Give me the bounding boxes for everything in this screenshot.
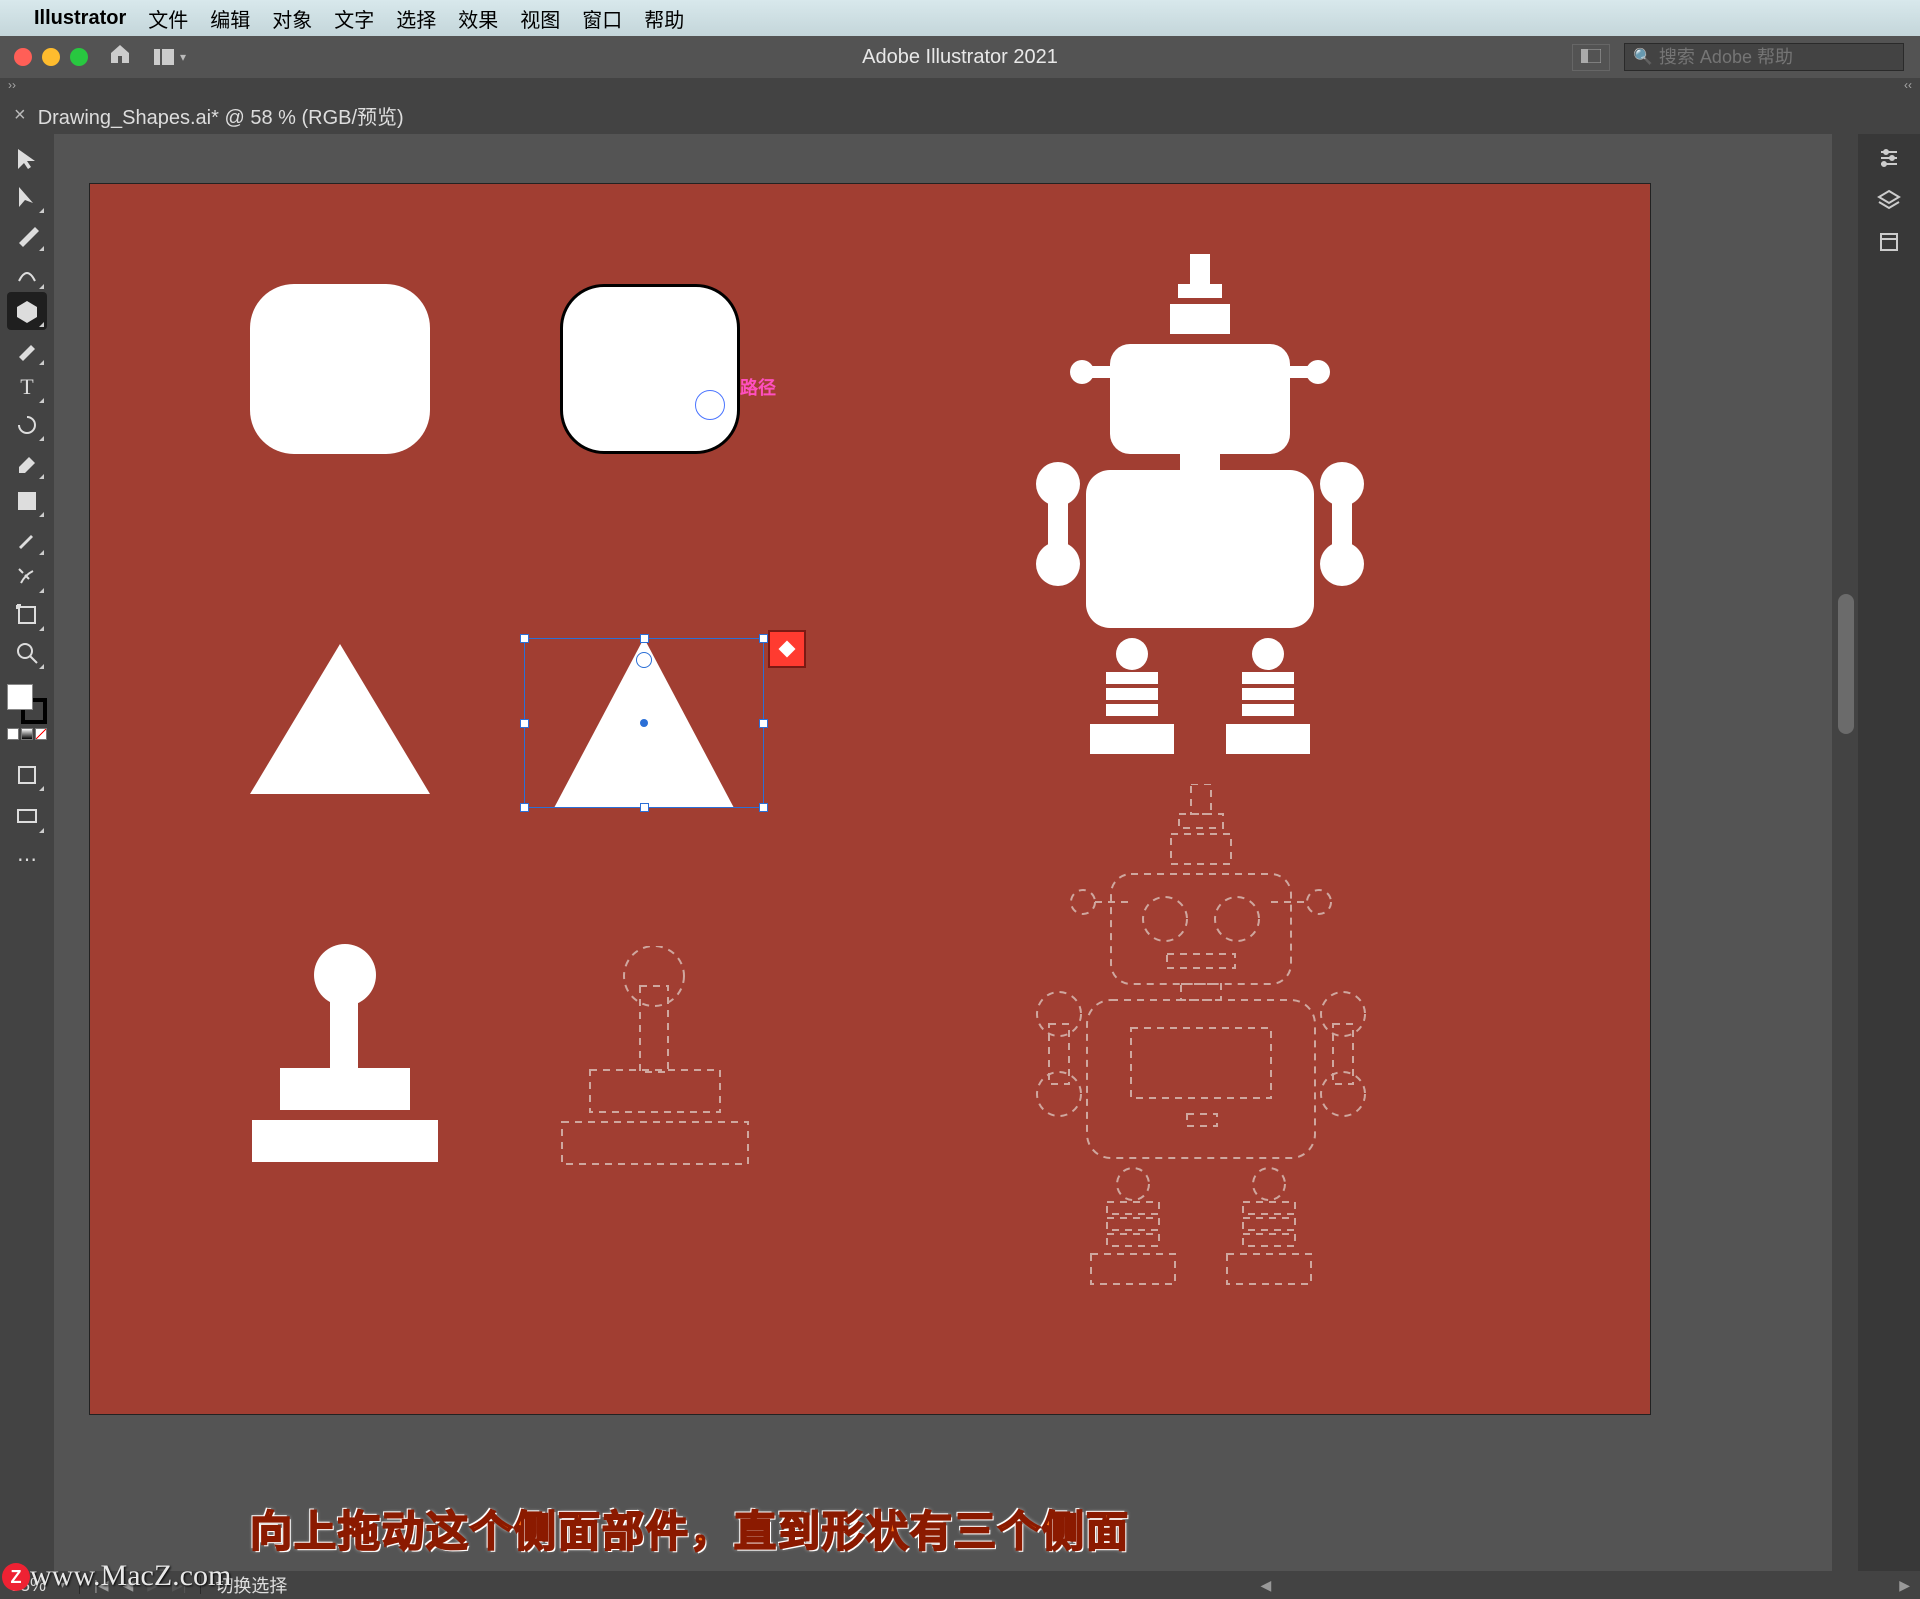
- home-icon[interactable]: [108, 42, 132, 73]
- close-window-button[interactable]: [14, 48, 32, 66]
- tutorial-subtitle: 向上拖动这个侧面部件，直到形状有三个侧面: [250, 1498, 1130, 1559]
- expand-control-right-icon[interactable]: ‹‹: [1904, 78, 1912, 92]
- menu-file[interactable]: 文件: [148, 4, 188, 33]
- menu-help[interactable]: 帮助: [644, 4, 684, 33]
- resize-handle[interactable]: [640, 803, 649, 812]
- macos-menubar: Illustrator 文件 编辑 对象 文字 选择 效果 视图 窗口 帮助: [0, 0, 1920, 36]
- app-title: Adobe Illustrator 2021: [862, 46, 1058, 69]
- resize-handle[interactable]: [520, 803, 529, 812]
- corner-widget[interactable]: [636, 652, 652, 668]
- gradient-tool[interactable]: [7, 482, 47, 520]
- symbol-sprayer-tool[interactable]: [7, 558, 47, 596]
- draw-mode-icon[interactable]: [7, 756, 47, 794]
- artboard[interactable]: 路径: [90, 184, 1650, 1414]
- hover-anchor-ring: [695, 390, 725, 420]
- rotate-tool[interactable]: [7, 406, 47, 444]
- curvature-tool[interactable]: [7, 254, 47, 292]
- zoom-tool[interactable]: [7, 634, 47, 672]
- tools-panel: T ⋯: [0, 134, 54, 1571]
- watermark-text: www.MacZ.com: [30, 1559, 231, 1593]
- robot-shape[interactable]: [990, 254, 1410, 774]
- control-strip: ›› ‹‹: [0, 78, 1920, 96]
- workspace-switcher[interactable]: ▾: [154, 49, 186, 65]
- search-icon: 🔍: [1633, 47, 1653, 67]
- status-bar: 58% ▾ |◀ ◀ ▶ ▶| 切换选择 ◀ ▶: [0, 1571, 1920, 1599]
- selection-tool[interactable]: [7, 140, 47, 178]
- polygon-tool[interactable]: [7, 292, 47, 330]
- edit-toolbar-icon[interactable]: ⋯: [7, 840, 47, 878]
- document-tab[interactable]: Drawing_Shapes.ai* @ 58 % (RGB/预览): [38, 101, 404, 130]
- rounded-rect-stroked[interactable]: [560, 284, 740, 454]
- menu-select[interactable]: 选择: [396, 4, 436, 33]
- canvas[interactable]: 路径: [54, 134, 1832, 1571]
- libraries-icon[interactable]: [1875, 228, 1903, 256]
- rounded-rect-white[interactable]: [250, 284, 430, 454]
- gradient-mode-swatch[interactable]: [21, 728, 33, 740]
- close-tab-icon[interactable]: ×: [14, 104, 26, 127]
- properties-icon[interactable]: [1875, 144, 1903, 172]
- fill-swatch[interactable]: [7, 684, 33, 710]
- resize-handle[interactable]: [759, 634, 768, 643]
- window-controls: [14, 48, 88, 66]
- scrollbar-thumb[interactable]: [1838, 594, 1854, 734]
- menu-object[interactable]: 对象: [272, 4, 312, 33]
- smart-guide-label: 路径: [740, 374, 776, 400]
- layers-icon[interactable]: [1875, 186, 1903, 214]
- robot-outline[interactable]: [986, 784, 1416, 1304]
- selected-polygon[interactable]: [524, 638, 764, 808]
- type-tool[interactable]: T: [7, 368, 47, 406]
- right-collapsed-panels: [1858, 134, 1920, 1571]
- minimize-window-button[interactable]: [42, 48, 60, 66]
- none-mode-swatch[interactable]: [35, 728, 47, 740]
- app-menu[interactable]: Illustrator: [34, 7, 126, 30]
- help-search-input[interactable]: [1659, 47, 1895, 68]
- fill-stroke-swatch[interactable]: ⋯: [7, 684, 47, 878]
- joystick-shape[interactable]: [240, 944, 450, 1164]
- vertical-scrollbar[interactable]: [1832, 134, 1858, 1571]
- artboard-tool[interactable]: [7, 596, 47, 634]
- polygon-side-widget[interactable]: [768, 630, 806, 668]
- hscroll-left-icon[interactable]: ◀: [1260, 1577, 1271, 1594]
- screen-mode-icon[interactable]: [7, 798, 47, 836]
- arrange-documents-icon[interactable]: [1572, 44, 1610, 71]
- maximize-window-button[interactable]: [70, 48, 88, 66]
- menu-window[interactable]: 窗口: [582, 4, 622, 33]
- watermark-badge: Z: [2, 1563, 30, 1591]
- hscroll-right-icon[interactable]: ▶: [1899, 1577, 1910, 1594]
- color-mode-swatch[interactable]: [7, 728, 19, 740]
- joystick-outline[interactable]: [550, 946, 760, 1166]
- eraser-tool[interactable]: [7, 444, 47, 482]
- menu-view[interactable]: 视图: [520, 4, 560, 33]
- help-search[interactable]: 🔍: [1624, 43, 1904, 71]
- resize-handle[interactable]: [640, 634, 649, 643]
- triangle-white[interactable]: [250, 644, 430, 794]
- eyedropper-tool[interactable]: [7, 520, 47, 558]
- menu-type[interactable]: 文字: [334, 4, 374, 33]
- resize-handle[interactable]: [759, 803, 768, 812]
- center-point: [640, 719, 648, 727]
- resize-handle[interactable]: [759, 719, 768, 728]
- menu-effect[interactable]: 效果: [458, 4, 498, 33]
- menu-edit[interactable]: 编辑: [210, 4, 250, 33]
- pen-tool[interactable]: [7, 216, 47, 254]
- app-titlebar: ▾ Adobe Illustrator 2021 🔍: [0, 36, 1920, 78]
- resize-handle[interactable]: [520, 634, 529, 643]
- expand-control-left-icon[interactable]: ››: [8, 78, 16, 92]
- document-tabbar: × Drawing_Shapes.ai* @ 58 % (RGB/预览): [0, 96, 1920, 134]
- resize-handle[interactable]: [520, 719, 529, 728]
- paintbrush-tool[interactable]: [7, 330, 47, 368]
- direct-selection-tool[interactable]: [7, 178, 47, 216]
